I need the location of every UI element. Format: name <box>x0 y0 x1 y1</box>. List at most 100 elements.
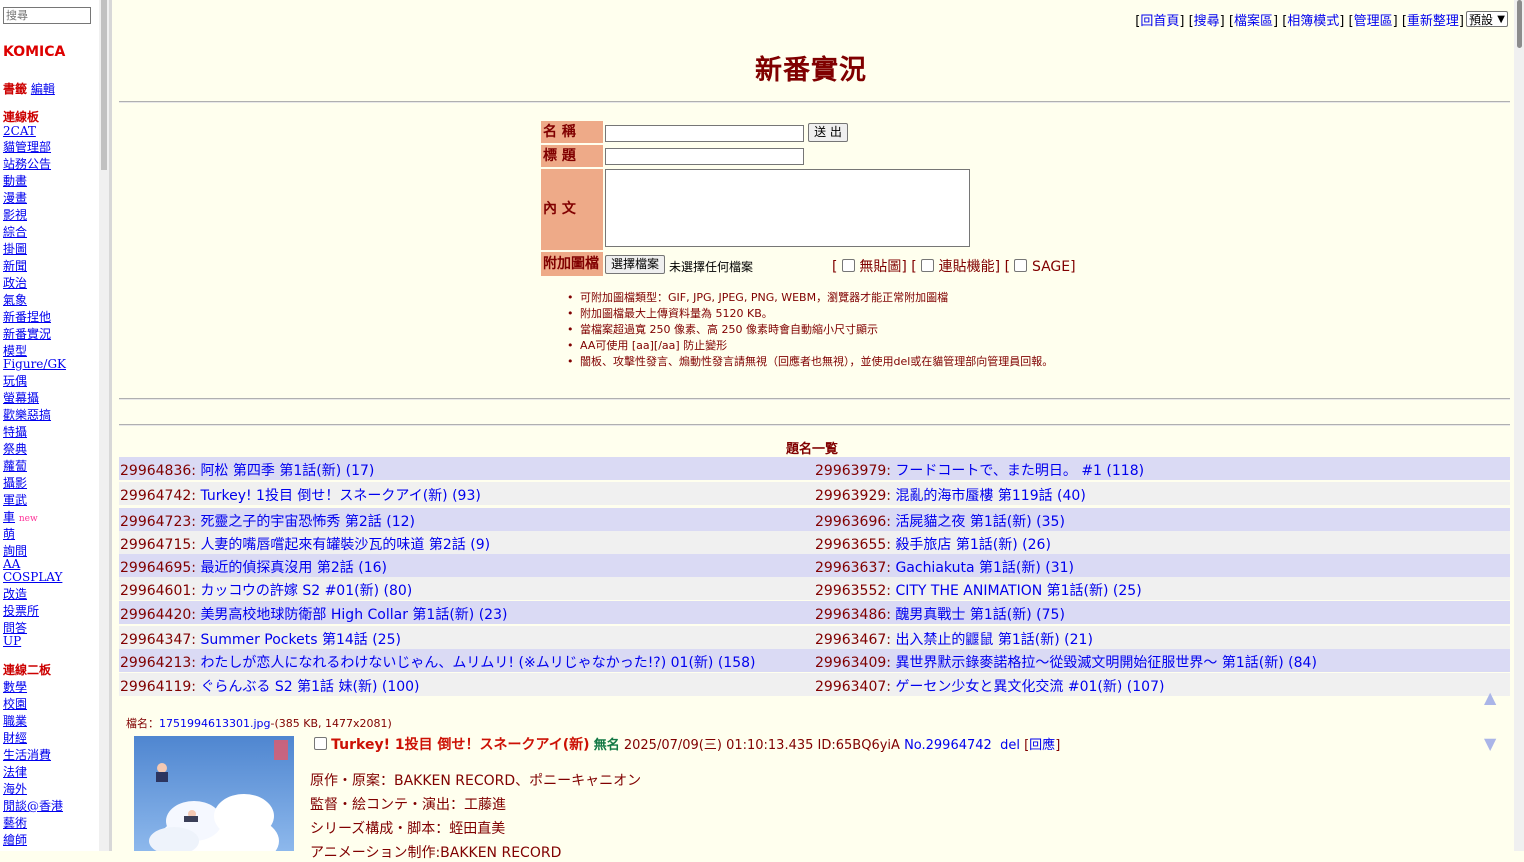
sidebar2-item-7[interactable]: 閒談@香港 <box>3 799 63 813</box>
thread-title-link[interactable]: 阿松 第四季 第1話(新) (17) <box>200 463 374 479</box>
name-field[interactable] <box>605 125 804 142</box>
thread-title-link[interactable]: ゲーセン少女と異文化交流 #01(新) (107) <box>895 679 1164 695</box>
thread-title-link[interactable]: カッコウの許嫁 S2 #01(新) (80) <box>200 583 412 599</box>
style-select[interactable]: 預設 ▼ <box>1466 11 1508 27</box>
post-number-link[interactable]: No.29964742 <box>904 738 992 753</box>
thread-title-link[interactable]: 異世界默示錄麥諾格拉～從毀滅文明開始征服世界～ 第1話(新) (84) <box>895 655 1316 671</box>
thread-title-link[interactable]: わたしが恋人になれるわけないじゃん、ムリムリ! (※ムリじゃなかった!?) 01… <box>200 655 755 671</box>
sidebar-item-28[interactable]: 改造 <box>3 587 27 601</box>
sidebar-item-31[interactable]: UP <box>3 634 21 648</box>
sidebar-item-2[interactable]: 站務公告 <box>3 157 51 171</box>
thread-title-link[interactable]: ぐらんぶる S2 第1話 妹(新) (100) <box>200 679 419 695</box>
topnav-item-3[interactable]: 相簿模式 <box>1287 14 1339 29</box>
sidebar-item-6[interactable]: 綜合 <box>3 225 27 239</box>
subject-field[interactable] <box>605 148 804 165</box>
main-scrollbar-thumb[interactable] <box>1517 0 1522 48</box>
sidebar-item-16[interactable]: 螢幕攝 <box>3 391 39 405</box>
topnav-item-2[interactable]: 檔案區 <box>1234 14 1273 29</box>
thread-title-link[interactable]: フードコートで、また明日。 #1 (118) <box>895 463 1144 479</box>
sidebar-item-27[interactable]: COSPLAY <box>3 570 62 584</box>
thread-number: 29963409 <box>815 655 887 671</box>
frame-divider[interactable] <box>109 0 112 851</box>
sidebar-item-12[interactable]: 新番實況 <box>3 327 51 341</box>
sidebar-item-15[interactable]: 玩偶 <box>3 374 27 388</box>
edit-bookmarks-link[interactable]: 編輯 <box>31 82 55 96</box>
thread-title-link[interactable]: 混亂的海市蜃樓 第119話 (40) <box>895 488 1085 504</box>
sidebar-item-21[interactable]: 攝影 <box>3 476 27 490</box>
sidebar-item-30[interactable]: 問答 <box>3 621 27 635</box>
sidebar-item-1[interactable]: 貓管理部 <box>3 140 51 154</box>
sidebar-item-22[interactable]: 軍武 <box>3 493 27 507</box>
topnav-item-4[interactable]: 管理區 <box>1354 14 1393 29</box>
thread-title-link[interactable]: CITY THE ANIMATION 第1話(新) (25) <box>895 583 1141 599</box>
sidebar-item-17[interactable]: 歡樂惡搞 <box>3 408 51 422</box>
thread-row: 29964119: ぐらんぶる S2 第1話 妹(新) (100) 2996340… <box>119 673 1510 696</box>
link-checkbox[interactable] <box>921 259 935 272</box>
chevron-down-icon: ▼ <box>1497 14 1505 25</box>
choose-file-button[interactable]: 選擇檔案 <box>605 255 665 274</box>
sidebar-item-11[interactable]: 新番捏他 <box>3 310 51 324</box>
thread-title-link[interactable]: Turkey! 1投目 倒せ！スネークアイ(新) (93) <box>200 488 480 504</box>
thread-title-link[interactable]: 死靈之子的宇宙恐怖秀 第2話 (12) <box>200 514 415 530</box>
site-logo[interactable]: KOMICA <box>3 44 65 60</box>
sidebar-item-4[interactable]: 漫畫 <box>3 191 27 205</box>
thread-title-link[interactable]: Summer Pockets 第14話 (25) <box>200 632 401 648</box>
thread-number: 29963696 <box>815 514 887 530</box>
thread-title-link[interactable]: 醜男真戰士 第1話(新) (75) <box>895 607 1064 623</box>
sidebar-scrollbar[interactable] <box>99 0 109 851</box>
sage-checkbox[interactable] <box>1014 259 1028 272</box>
thread-title-link[interactable]: 人妻的嘴唇嚐起來有罐裝沙瓦的味道 第2話 (9) <box>200 537 490 553</box>
thread-title-link[interactable]: 最近的偵探真沒用 第2話 (16) <box>200 560 387 576</box>
sidebar-item-24[interactable]: 萌 <box>3 527 15 541</box>
content-textarea[interactable] <box>605 169 970 247</box>
sidebar2-item-2[interactable]: 職業 <box>3 714 27 728</box>
sidebar2-item-8[interactable]: 藝術 <box>3 816 27 830</box>
noimg-checkbox[interactable] <box>841 259 855 272</box>
sidebar-item-19[interactable]: 祭典 <box>3 442 27 456</box>
thread-title-link[interactable]: 活屍貓之夜 第1話(新) (35) <box>895 514 1064 530</box>
reply-link[interactable]: 回應 <box>1029 738 1055 753</box>
sidebar2-item-4[interactable]: 生活消費 <box>3 748 51 762</box>
scroll-up-icon[interactable]: ▲ <box>1484 688 1496 707</box>
sidebar2-item-1[interactable]: 校園 <box>3 697 27 711</box>
scroll-down-icon[interactable]: ▼ <box>1484 734 1496 753</box>
post-header: Turkey! 1投目 倒せ！スネークアイ(新) 無名 2025/07/09(三… <box>314 734 1060 754</box>
sidebar-item-8[interactable]: 新聞 <box>3 259 27 273</box>
search-input[interactable]: 搜尋 <box>3 7 91 24</box>
submit-button[interactable]: 送 出 <box>808 123 848 142</box>
sidebar-item-29[interactable]: 投票所 <box>3 604 39 618</box>
sidebar-item-3[interactable]: 動畫 <box>3 174 27 188</box>
sidebar2-item-5[interactable]: 法律 <box>3 765 27 779</box>
sidebar-item-23[interactable]: 車 <box>3 510 15 524</box>
topnav-item-0[interactable]: 回首頁 <box>1140 14 1179 29</box>
thread-number: 29964213 <box>120 655 192 671</box>
topnav-item-5[interactable]: 重新整理 <box>1407 14 1459 29</box>
sidebar-item-26[interactable]: AA <box>3 557 20 571</box>
sidebar2-item-0[interactable]: 數學 <box>3 680 27 694</box>
sidebar-scrollbar-thumb[interactable] <box>101 0 107 170</box>
thread-title-link[interactable]: 出入禁止的鼴鼠 第1話(新) (21) <box>895 632 1092 648</box>
post-thumbnail[interactable] <box>134 736 294 851</box>
post-checkbox[interactable] <box>314 737 327 750</box>
delete-link[interactable]: del <box>1000 738 1020 753</box>
main-scrollbar[interactable] <box>1514 0 1524 851</box>
sidebar-item-9[interactable]: 政治 <box>3 276 27 290</box>
file-link[interactable]: 1751994613301.jpg <box>159 717 271 730</box>
sidebar-item-14[interactable]: Figure/GK <box>3 357 66 371</box>
sidebar2-item-6[interactable]: 海外 <box>3 782 27 796</box>
sidebar-item-10[interactable]: 氣象 <box>3 293 27 307</box>
thread-title-link[interactable]: 美男高校地球防衛部 High Collar 第1話(新) (23) <box>200 607 507 623</box>
topnav-item-1[interactable]: 搜尋 <box>1194 14 1220 29</box>
sidebar-item-18[interactable]: 特攝 <box>3 425 27 439</box>
sidebar-item-0[interactable]: 2CAT <box>3 124 36 138</box>
sidebar-item-13[interactable]: 模型 <box>3 344 27 358</box>
sidebar-item-5[interactable]: 影視 <box>3 208 27 222</box>
sidebar-item-7[interactable]: 掛圖 <box>3 242 27 256</box>
thread-title-link[interactable]: 殺手旅店 第1話(新) (26) <box>895 537 1050 553</box>
subject-label: 標 題 <box>541 145 603 167</box>
thread-title-link[interactable]: Gachiakuta 第1話(新) (31) <box>895 560 1074 576</box>
sidebar2-item-9[interactable]: 繪師 <box>3 833 27 847</box>
sidebar-item-25[interactable]: 詢問 <box>3 544 27 558</box>
sidebar-item-20[interactable]: 蘿蔔 <box>3 459 27 473</box>
sidebar2-item-3[interactable]: 財經 <box>3 731 27 745</box>
